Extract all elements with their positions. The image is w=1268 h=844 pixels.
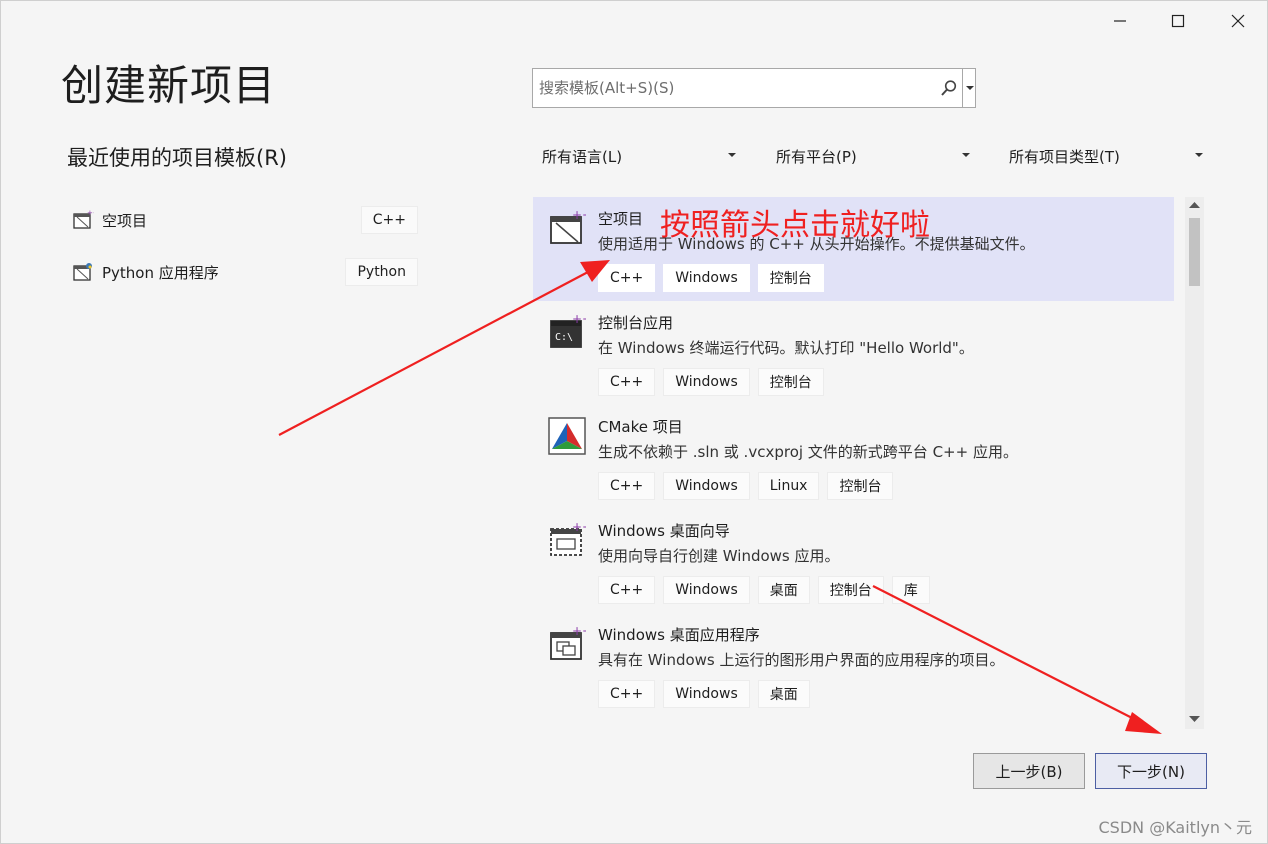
search-dropdown-button[interactable] bbox=[962, 69, 976, 107]
template-tag: C++ bbox=[598, 264, 656, 292]
template-tag: C++ bbox=[598, 368, 656, 396]
template-tag: 控制台 bbox=[827, 472, 894, 500]
svg-text:++: ++ bbox=[572, 521, 586, 534]
watermark: CSDN @Kaitlyn丶元 bbox=[1098, 818, 1253, 837]
svg-text:++: ++ bbox=[572, 313, 586, 326]
template-tag: Windows bbox=[663, 472, 750, 500]
svg-text:++: ++ bbox=[572, 625, 586, 638]
template-item-desktop-app[interactable]: ++ Windows 桌面应用程序 具有在 Windows 上运行的图形用户界面… bbox=[533, 613, 1174, 717]
template-tag: C++ bbox=[598, 472, 656, 500]
search-button[interactable] bbox=[936, 69, 962, 107]
recent-item-tag: Python bbox=[345, 258, 418, 286]
scroll-up-icon[interactable] bbox=[1189, 201, 1200, 209]
python-app-icon bbox=[70, 259, 96, 285]
desktop-wizard-icon: ++ bbox=[550, 521, 586, 556]
recent-item-tag: C++ bbox=[360, 206, 418, 234]
scroll-down-icon[interactable] bbox=[1189, 715, 1200, 723]
template-name: Windows 桌面应用程序 bbox=[598, 626, 760, 644]
recent-item-label: 空项目 bbox=[102, 211, 148, 230]
template-name: 空项目 bbox=[598, 210, 644, 228]
template-tag: 控制台 bbox=[757, 264, 824, 292]
template-tag: 库 bbox=[891, 576, 930, 604]
template-tags: C++ Windows 控制台 bbox=[598, 368, 824, 396]
template-item-console-app[interactable]: C:\ ++ 控制台应用 在 Windows 终端运行代码。默认打印 "Hell… bbox=[533, 301, 1174, 405]
template-description: 使用向导自行创建 Windows 应用。 bbox=[598, 547, 840, 565]
recent-item-empty-project[interactable]: ++ 空项目 C++ bbox=[64, 203, 418, 237]
platform-filter-label: 所有平台(P) bbox=[776, 147, 857, 166]
template-tag: Windows bbox=[663, 576, 750, 604]
template-tags: C++ Windows 桌面 控制台 库 bbox=[598, 576, 930, 604]
page-title: 创建新项目 bbox=[61, 61, 277, 110]
template-tag: Windows bbox=[663, 368, 750, 396]
close-button[interactable] bbox=[1216, 8, 1260, 34]
empty-project-icon: ++ bbox=[70, 207, 96, 233]
template-description: 具有在 Windows 上运行的图形用户界面的应用程序的项目。 bbox=[598, 651, 1005, 669]
template-tag: 桌面 bbox=[757, 576, 810, 604]
project-type-filter[interactable]: 所有项目类型(T) bbox=[1009, 140, 1203, 172]
recent-item-python-app[interactable]: Python 应用程序 Python bbox=[64, 255, 418, 289]
cmake-icon bbox=[548, 417, 586, 455]
svg-text:C:\: C:\ bbox=[555, 332, 573, 343]
caret-down-icon bbox=[965, 86, 974, 90]
svg-text:++: ++ bbox=[572, 209, 586, 222]
scrollbar-thumb[interactable] bbox=[1189, 218, 1200, 286]
template-tag: C++ bbox=[598, 680, 656, 708]
empty-project-icon: ++ bbox=[550, 209, 586, 244]
close-icon bbox=[1231, 14, 1245, 28]
console-app-icon: C:\ ++ bbox=[550, 313, 586, 348]
template-tag: Windows bbox=[663, 680, 750, 708]
template-tags: C++ Windows 桌面 bbox=[598, 680, 810, 708]
template-tag: Linux bbox=[757, 472, 820, 500]
template-tag: Windows bbox=[663, 264, 750, 292]
next-button[interactable]: 下一步(N) bbox=[1095, 753, 1207, 789]
template-tags: C++ Windows 控制台 bbox=[598, 264, 824, 292]
template-name: CMake 项目 bbox=[598, 418, 683, 436]
template-description: 生成不依赖于 .sln 或 .vcxproj 文件的新式跨平台 C++ 应用。 bbox=[598, 443, 1018, 461]
caret-down-icon bbox=[1195, 153, 1203, 157]
caret-down-icon bbox=[962, 153, 970, 157]
template-tag: 控制台 bbox=[817, 576, 884, 604]
annotation-text: 按照箭头点击就好啦 bbox=[660, 208, 930, 243]
project-type-filter-label: 所有项目类型(T) bbox=[1009, 147, 1120, 166]
search-box bbox=[532, 68, 976, 108]
template-name: 控制台应用 bbox=[598, 314, 674, 332]
template-tag: 控制台 bbox=[757, 368, 824, 396]
svg-text:++: ++ bbox=[87, 209, 94, 217]
template-list: ++ 空项目 使用适用于 Windows 的 C++ 从头开始操作。不提供基础文… bbox=[533, 197, 1174, 727]
language-filter-label: 所有语言(L) bbox=[542, 147, 623, 166]
caret-down-icon bbox=[728, 153, 736, 157]
maximize-icon bbox=[1171, 14, 1185, 28]
recent-item-label: Python 应用程序 bbox=[102, 263, 219, 282]
back-button[interactable]: 上一步(B) bbox=[973, 753, 1085, 789]
template-tags: C++ Windows Linux 控制台 bbox=[598, 472, 894, 500]
search-input[interactable] bbox=[533, 69, 928, 107]
template-name: Windows 桌面向导 bbox=[598, 522, 730, 540]
template-item-desktop-wizard[interactable]: ++ Windows 桌面向导 使用向导自行创建 Windows 应用。 C++… bbox=[533, 509, 1174, 613]
language-filter[interactable]: 所有语言(L) bbox=[542, 140, 736, 172]
template-tag: 桌面 bbox=[757, 680, 810, 708]
template-tag: C++ bbox=[598, 576, 656, 604]
maximize-button[interactable] bbox=[1156, 8, 1200, 34]
desktop-app-icon: ++ bbox=[550, 625, 586, 660]
platform-filter[interactable]: 所有平台(P) bbox=[776, 140, 970, 172]
template-description: 在 Windows 终端运行代码。默认打印 "Hello World"。 bbox=[598, 339, 974, 357]
template-item-cmake-project[interactable]: CMake 项目 生成不依赖于 .sln 或 .vcxproj 文件的新式跨平台… bbox=[533, 405, 1174, 509]
recent-templates-title: 最近使用的项目模板(R) bbox=[67, 146, 287, 170]
minimize-button[interactable] bbox=[1098, 8, 1142, 34]
search-icon bbox=[941, 80, 957, 96]
minimize-icon bbox=[1114, 20, 1126, 22]
